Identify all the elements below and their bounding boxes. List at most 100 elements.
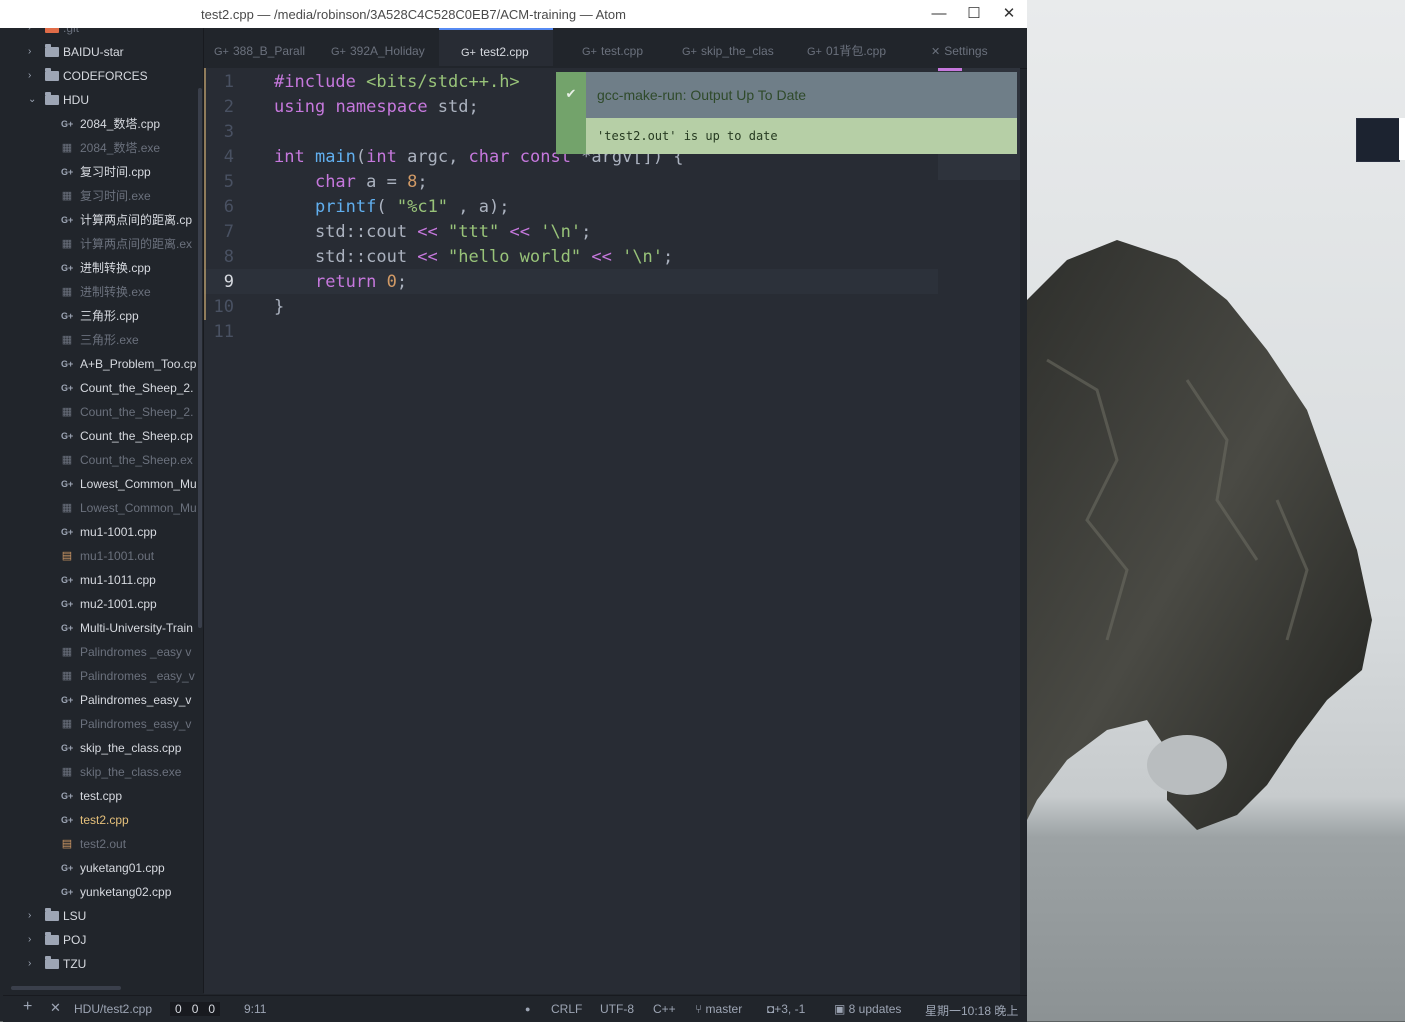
tree-file[interactable]: G+ yuketang01.cpp	[3, 856, 198, 880]
tree-file[interactable]: G+ Lowest_Common_Mu	[3, 472, 198, 496]
file-label: A+B_Problem_Too.cp	[80, 357, 197, 371]
tree-folder[interactable]: › .git	[3, 28, 198, 40]
code-editor[interactable]: 1 2 3 4 5 6 7 8 9 10 11 #include <bits/s…	[204, 68, 1020, 994]
tree-file[interactable]: G+ 进制转换.cpp	[3, 256, 198, 280]
tree-folder[interactable]: ⌄ HDU	[3, 88, 198, 112]
line-ending-selector[interactable]: CRLF	[551, 1002, 582, 1016]
tree-scrollbar[interactable]	[198, 88, 202, 628]
tree-horizontal-scrollbar[interactable]	[11, 986, 121, 990]
binary-file-icon: ▤	[61, 838, 73, 850]
tab-388-b-parall[interactable]: G+ 388_B_Parall	[214, 28, 314, 68]
tree-file[interactable]: ▦ Palindromes_easy_v	[3, 712, 198, 736]
tree-view: › .git › BAIDU-star › CODEFORCES ⌄ HDU G+ 2084_数塔…	[3, 28, 204, 993]
tree-file[interactable]: G+ test2.cpp	[3, 808, 198, 832]
tree-file[interactable]: G+ 复习时间.cpp	[3, 160, 198, 184]
encoding-selector[interactable]: UTF-8	[600, 1002, 634, 1016]
file-label: Palindromes_easy_v	[80, 717, 192, 731]
code-line: }	[274, 297, 285, 317]
tree-folder[interactable]: › CODEFORCES	[3, 64, 198, 88]
tree-file[interactable]: G+ Palindromes_easy_v	[3, 688, 198, 712]
tree-folder[interactable]: › TZU	[3, 952, 198, 976]
package-updates[interactable]: ▣ 8 updates	[834, 1002, 901, 1016]
tree-file[interactable]: ▦ Palindromes _easy v	[3, 640, 198, 664]
cpp-file-icon: G+	[61, 311, 74, 321]
cursor-position[interactable]: 9:11	[244, 1002, 266, 1016]
maximize-button[interactable]: ☐	[957, 2, 991, 26]
chevron-down-icon[interactable]: ⌄	[28, 88, 38, 112]
add-icon[interactable]: +	[23, 998, 32, 1016]
chevron-right-icon[interactable]: ›	[28, 64, 38, 88]
tree-file[interactable]: ▤ mu1-1001.out	[3, 544, 198, 568]
tree-file[interactable]: G+ yunketang02.cpp	[3, 880, 198, 904]
executable-file-icon: ▦	[61, 190, 73, 202]
tab-test-cpp[interactable]: G+ test.cpp	[582, 28, 672, 68]
chevron-right-icon[interactable]: ›	[28, 928, 38, 952]
tree-file[interactable]: G+ Multi-University-Train	[3, 616, 198, 640]
tree-file[interactable]: G+ mu2-1001.cpp	[3, 592, 198, 616]
line-number: 8	[223, 247, 234, 267]
cpp-file-icon: G+	[61, 215, 74, 225]
tree-file[interactable]: ▦ 2084_数塔.exe	[3, 136, 198, 160]
tree-folder[interactable]: › BAIDU-star	[3, 40, 198, 64]
code-line: char a = 8;	[314, 172, 428, 192]
atom-window: test2.cpp — /media/robinson/3A528C4C528C…	[0, 0, 1027, 1022]
tree-file[interactable]: G+ mu1-1001.cpp	[3, 520, 198, 544]
desktop-thumbnail[interactable]	[1356, 118, 1400, 162]
modified-dot-icon: ●	[525, 1004, 531, 1014]
tree-file[interactable]: ▦ 三角形.exe	[3, 328, 198, 352]
tree-folder[interactable]: › LSU	[3, 904, 198, 928]
close-icon[interactable]: ✕	[50, 1000, 61, 1016]
tab-392a-holiday[interactable]: G+ 392A_Holiday	[331, 28, 431, 68]
tree-file[interactable]: G+ Count_the_Sheep_2.	[3, 376, 198, 400]
tree-folder[interactable]: › POJ	[3, 928, 198, 952]
grammar-selector[interactable]: C++	[653, 1002, 676, 1016]
tree-file[interactable]: G+ 三角形.cpp	[3, 304, 198, 328]
line-number: 1	[223, 72, 234, 92]
linter-counts[interactable]: 000	[170, 1002, 221, 1016]
tab-settings[interactable]: ✕ Settings	[931, 28, 1021, 68]
tree-file[interactable]: ▦ 复习时间.exe	[3, 184, 198, 208]
cpp-file-icon: G+	[807, 46, 822, 58]
file-label: mu1-1001.cpp	[80, 525, 157, 539]
tree-file[interactable]: G+ mu1-1011.cpp	[3, 568, 198, 592]
tree-file[interactable]: ▦ Lowest_Common_Mu	[3, 496, 198, 520]
tree-file[interactable]: G+ test.cpp	[3, 784, 198, 808]
tree-file[interactable]: ▦ 计算两点间的距离.ex	[3, 232, 198, 256]
title-bar[interactable]: test2.cpp — /media/robinson/3A528C4C528C…	[0, 0, 1027, 28]
executable-file-icon: ▦	[61, 238, 73, 250]
chevron-right-icon[interactable]: ›	[28, 952, 38, 976]
tree-file[interactable]: G+ Count_the_Sheep.cp	[3, 424, 198, 448]
chevron-right-icon[interactable]: ›	[28, 904, 38, 928]
tab-test2-cpp[interactable]: G+ test2.cpp	[439, 28, 553, 66]
git-diff-stats[interactable]: ◘+3, -1	[767, 1002, 805, 1016]
notification-popup[interactable]: ✔ gcc-make-run: Output Up To Date 'test2…	[556, 72, 1017, 154]
minimize-button[interactable]: —	[922, 2, 956, 26]
tree-file[interactable]: ▦ 进制转换.exe	[3, 280, 198, 304]
tab-01-knapsack[interactable]: G+ 01背包.cpp	[807, 28, 917, 68]
close-window-button[interactable]: ✕	[992, 2, 1026, 26]
tree-file[interactable]: G+ skip_the_class.cpp	[3, 736, 198, 760]
file-label: test.cpp	[80, 789, 123, 803]
git-branch[interactable]: ⑂ master	[695, 1002, 742, 1016]
cpp-file-icon: G+	[61, 479, 74, 489]
file-label: Lowest_Common_Mu	[80, 477, 197, 491]
chevron-right-icon[interactable]: ›	[28, 28, 38, 40]
file-label: Palindromes_easy_v	[80, 693, 192, 707]
file-label: 2084_数塔.cpp	[80, 117, 161, 131]
status-bar: + ✕ HDU/test2.cpp 000 9:11 ● CRLF UTF-8 …	[3, 995, 1027, 1022]
cpp-file-icon: G+	[61, 695, 74, 705]
file-label: Count_the_Sheep_2.	[80, 405, 194, 419]
tree-file[interactable]: ▦ Count_the_Sheep.ex	[3, 448, 198, 472]
tree-file[interactable]: G+ 2084_数塔.cpp	[3, 112, 198, 136]
tree-file[interactable]: ▦ skip_the_class.exe	[3, 760, 198, 784]
tree-file[interactable]: ▤ test2.out	[3, 832, 198, 856]
folder-label: BAIDU-star	[63, 45, 124, 59]
tree-file[interactable]: ▦ Count_the_Sheep_2.	[3, 400, 198, 424]
tab-skip-the-class[interactable]: G+ skip_the_clas	[682, 28, 774, 68]
tree-file[interactable]: ▦ Palindromes _easy_v	[3, 664, 198, 688]
chevron-right-icon[interactable]: ›	[28, 40, 38, 64]
tree-file[interactable]: G+ 计算两点间的距离.cp	[3, 208, 198, 232]
file-path[interactable]: HDU/test2.cpp	[74, 1002, 152, 1016]
tree-file[interactable]: G+ A+B_Problem_Too.cp	[3, 352, 198, 376]
file-label: Palindromes _easy v	[80, 645, 192, 659]
